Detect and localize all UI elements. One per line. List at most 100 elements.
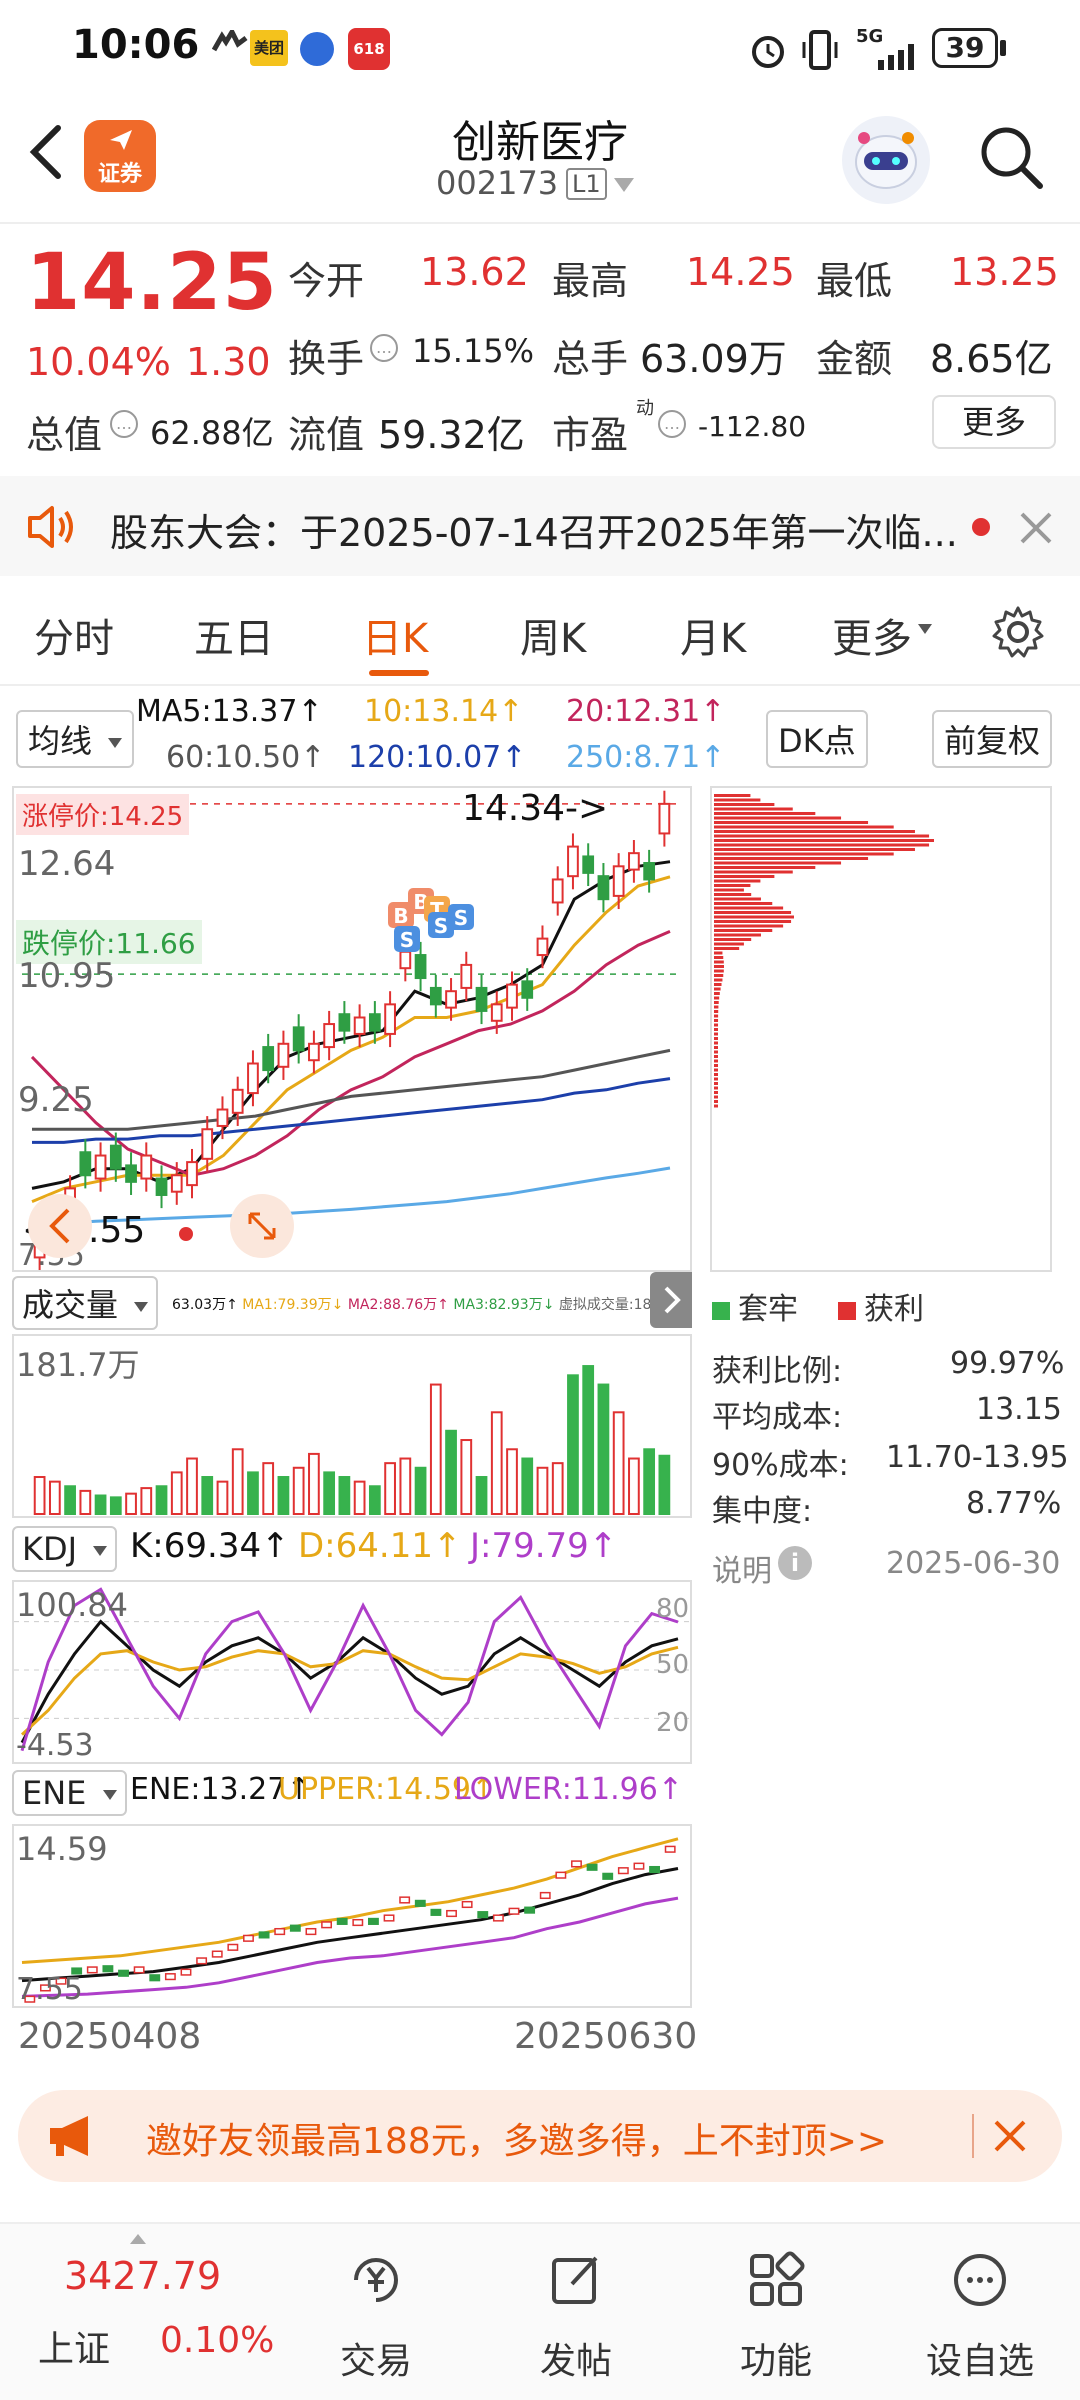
ene-candle	[274, 1927, 286, 1936]
index-quote[interactable]: 3427.79 上证 0.10%	[0, 2224, 274, 2400]
volume-selector-label: 成交量	[22, 1286, 119, 1324]
tab-intraday[interactable]: 分时	[34, 606, 114, 664]
dk-point-button[interactable]: DK点	[766, 710, 868, 768]
chip-bar	[714, 1019, 719, 1022]
chip-bar	[714, 893, 752, 896]
search-icon[interactable]	[976, 122, 1046, 192]
close-notice-icon[interactable]	[1016, 508, 1056, 548]
robot-assistant-avatar[interactable]	[842, 116, 930, 204]
tab-five-day[interactable]: 五日	[194, 606, 274, 664]
tab-more[interactable]: 更多	[832, 606, 912, 664]
back-button[interactable]	[22, 122, 72, 182]
candle-body	[277, 1042, 290, 1068]
chip-bar	[714, 1005, 719, 1009]
ene-candle	[430, 1908, 442, 1916]
tab-weekly-k[interactable]: 周K	[520, 606, 586, 664]
candle-body	[429, 986, 442, 1006]
chip-bar	[714, 929, 773, 932]
volume-bar	[277, 1476, 290, 1515]
ene-candle	[258, 1931, 270, 1939]
expand-chart-icon[interactable]	[230, 1194, 294, 1258]
chip-bar	[714, 951, 723, 955]
candle-body	[170, 1174, 183, 1193]
volume-ma1: MA1:79.39万↓	[242, 1297, 344, 1313]
volume-summary: 63.03万↑	[172, 1297, 238, 1313]
volume-panel[interactable]: 181.7万	[12, 1334, 692, 1518]
chip-bar	[714, 1059, 718, 1063]
volume-bar	[597, 1383, 610, 1515]
chip-bar	[714, 866, 816, 869]
chip-note-label[interactable]: 说明	[712, 1546, 772, 1590]
chip-bar	[714, 861, 842, 865]
chip-bar	[714, 1028, 719, 1031]
tab-daily-k[interactable]: 日K	[362, 606, 428, 664]
level-badge: L1	[566, 168, 607, 200]
ma250-value: 250:8.71↑	[566, 740, 726, 775]
more-dots-icon	[950, 2250, 1010, 2310]
kline-panel[interactable]: BSBTSS 涨停价:14.25 12.64 跌停价:11.66 10.95 9…	[12, 786, 692, 1273]
candle-body	[109, 1144, 122, 1170]
nav-trade[interactable]: 交易	[276, 2224, 476, 2400]
volume-bar	[33, 1476, 46, 1515]
status-time: 10:06	[72, 22, 200, 68]
turnover-label: 换手	[288, 337, 365, 381]
expand-indicators-icon[interactable]	[650, 1272, 692, 1328]
low-dot	[179, 1227, 193, 1241]
ene-panel[interactable]: 14.59 7.55	[12, 1824, 692, 2008]
kdj-panel[interactable]: 100.84 -4.53 80 50 20	[12, 1580, 692, 1764]
chip-bar	[714, 1100, 718, 1103]
nav-add-watchlist-label: 设自选	[925, 2341, 1034, 2382]
candle-body	[658, 802, 671, 835]
stock-code: 002173	[436, 164, 559, 202]
nav-add-watchlist[interactable]: 设自选	[880, 2224, 1080, 2400]
nav-post[interactable]: 发帖	[476, 2224, 676, 2400]
adjust-button[interactable]: 前复权	[932, 710, 1053, 768]
tab-monthly-k[interactable]: 月K	[680, 606, 746, 664]
chip-bar	[714, 920, 792, 923]
banner-text: 邀好友领最高188元，多邀多得，上不封顶>>	[146, 2121, 888, 2162]
securities-logo[interactable]: 证券	[84, 120, 156, 192]
chip-info-icon[interactable]: i	[778, 1546, 812, 1580]
ene-candle	[352, 1918, 364, 1927]
ene-candle	[367, 1917, 379, 1925]
volume-selector[interactable]: 成交量	[12, 1276, 159, 1330]
volume-bar	[216, 1480, 229, 1515]
chip-bar	[714, 888, 744, 892]
collapse-left-icon[interactable]	[28, 1194, 92, 1258]
chip-bar	[714, 915, 794, 919]
cost90-value: 11.70-13.95	[886, 1440, 1069, 1475]
chip-bar	[714, 884, 751, 887]
kdj-selector[interactable]: KDJ	[12, 1526, 118, 1572]
code-dropdown-icon[interactable]	[614, 178, 634, 192]
invite-banner[interactable]: 邀好友领最高188元，多邀多得，上不封顶>>	[18, 2090, 1062, 2182]
chip-distribution-panel[interactable]	[710, 786, 1052, 1272]
volume-bar	[414, 1466, 427, 1515]
ma-selector[interactable]: 均线	[16, 710, 135, 768]
kdj-dropdown-icon	[93, 1546, 108, 1556]
candle-body	[308, 1042, 320, 1062]
ene-selector[interactable]: ENE	[12, 1770, 127, 1816]
market-cap-info-icon[interactable]: …	[110, 410, 138, 438]
chip-bar	[714, 960, 724, 964]
chip-bar	[714, 969, 724, 973]
volume-label: 总手	[552, 337, 629, 381]
nav-functions[interactable]: 功能	[676, 2224, 876, 2400]
stock-header: 证券 创新医疗 002173 L1	[0, 100, 1080, 222]
chip-bar	[714, 870, 793, 874]
profit-ratio-value: 99.97%	[950, 1346, 1065, 1381]
browser-app-icon	[300, 32, 334, 66]
volume-bar	[170, 1471, 183, 1516]
turnover-info-icon[interactable]: …	[370, 334, 398, 362]
ene-candle	[602, 1872, 614, 1880]
pe-dynamic-sup: 动	[636, 398, 654, 419]
close-banner-icon[interactable]	[990, 2116, 1030, 2156]
date-end: 20250630	[514, 2016, 698, 2057]
chip-bar	[714, 834, 930, 838]
settings-gear-icon[interactable]	[990, 604, 1046, 660]
more-quote-button[interactable]: 更多	[932, 395, 1056, 449]
adjust-label: 前复权	[944, 722, 1041, 760]
battery-tip-icon	[1000, 40, 1006, 56]
announcement-bar[interactable]: 股东大会：于2025-07-14召开2025年第一次临...	[0, 476, 1080, 576]
candle-body	[292, 1026, 305, 1052]
pe-info-icon[interactable]: …	[658, 410, 686, 438]
